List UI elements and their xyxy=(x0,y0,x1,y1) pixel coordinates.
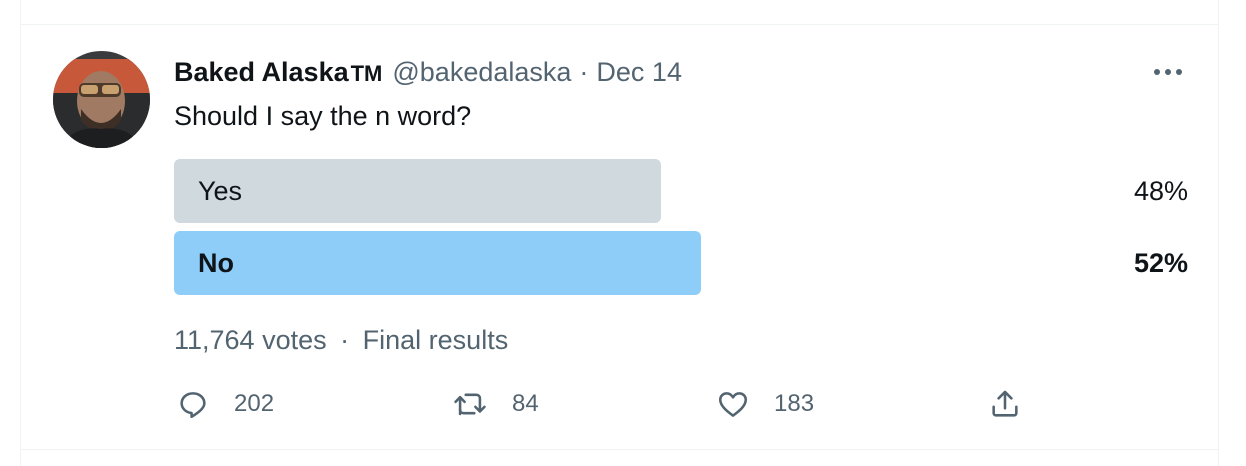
reply-icon xyxy=(180,392,206,419)
tweet-header: Baked Alaska TM @bakedalaska · Dec 14 xyxy=(174,56,682,88)
timeline-border-right xyxy=(1218,0,1219,466)
poll-vote-count: 11,764 votes xyxy=(174,325,327,355)
retweet-button[interactable]: 84 xyxy=(452,386,539,422)
poll-option-no: No 52% xyxy=(174,231,1188,295)
tweet-date[interactable]: Dec 14 xyxy=(596,56,682,88)
poll-status: Final results xyxy=(362,325,509,355)
separator-dot: · xyxy=(579,57,589,87)
like-button[interactable]: 183 xyxy=(716,386,814,422)
display-name[interactable]: Baked Alaska xyxy=(174,56,349,88)
user-handle[interactable]: @bakedalaska xyxy=(392,56,571,88)
reply-button[interactable]: 202 xyxy=(176,386,274,422)
like-count: 183 xyxy=(774,390,815,417)
more-button[interactable] xyxy=(1148,58,1188,86)
trademark-badge: TM xyxy=(350,61,383,86)
heart-icon xyxy=(718,392,748,417)
separator-dot: · xyxy=(340,325,350,355)
reply-count: 202 xyxy=(234,390,275,417)
more-horizontal-icon xyxy=(1154,69,1182,75)
share-icon xyxy=(992,390,1018,417)
share-button[interactable] xyxy=(988,386,1022,422)
retweet-count: 84 xyxy=(512,390,539,417)
poll-option-percent: 48% xyxy=(1133,176,1188,206)
poll-option-percent: 52% xyxy=(1133,248,1188,278)
retweet-icon xyxy=(454,393,486,416)
poll-option-yes: Yes 48% xyxy=(174,159,1188,223)
tweet-text: Should I say the n word? xyxy=(174,101,472,131)
avatar[interactable] xyxy=(53,51,150,148)
poll-option-label: Yes xyxy=(198,176,243,206)
poll-option-label: No xyxy=(198,248,234,278)
poll-bar-no xyxy=(174,231,701,295)
poll-bar-yes xyxy=(174,159,661,223)
avatar-photo xyxy=(53,51,150,148)
poll-summary: 11,764 votes · Final results xyxy=(174,324,508,356)
